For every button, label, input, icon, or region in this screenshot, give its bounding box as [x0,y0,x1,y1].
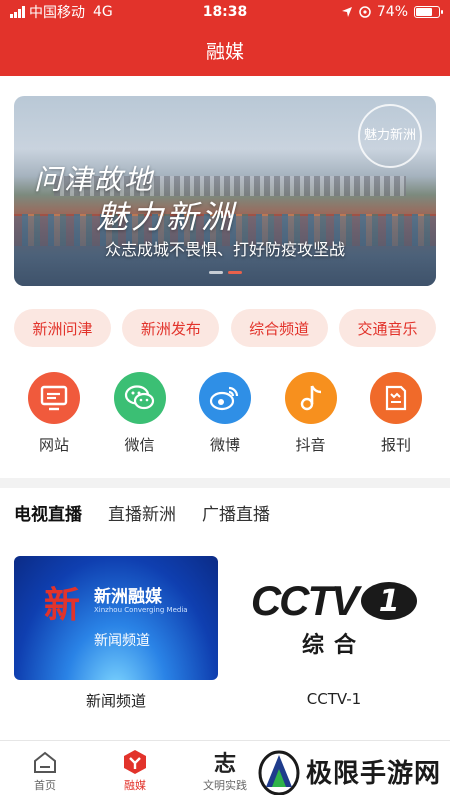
app-label: 微信 [124,436,155,454]
chip-jiaotong-yinyue[interactable]: 交通音乐 [338,309,436,347]
newspaper-icon [370,372,422,424]
status-bar: 中国移动 4G 18:38 74% [0,0,450,24]
cctv-logo-number: 1 [361,582,418,620]
network-label: 4G [93,4,113,20]
tabbar-label: 首页 [34,778,56,792]
battery-percent: 74% [376,4,408,20]
carrier-label: 中国移动 [29,5,85,21]
tabbar-civilization[interactable]: 志 文明实践 [180,741,270,800]
chip-xinzhou-wenjin[interactable]: 新洲问津 [14,309,111,347]
location-arrow-icon [341,7,352,17]
banner-title-line2: 魅力新洲 [96,198,237,236]
tv-card-label: 新闻频道 [85,692,146,710]
tv-card-cctv1[interactable]: CCTV 1 综合 CCTV-1 [232,556,436,711]
app-wechat[interactable]: 微信 [100,372,180,455]
signal-icon [10,6,25,18]
tabbar-label: 文明实践 [203,778,247,792]
thumb-brand: 新洲融媒 [94,587,162,607]
banner-caption: 众志成城不畏惧、打好防疫攻坚战 [104,240,345,259]
app-weibo[interactable]: 微博 [185,372,265,455]
app-label: 微博 [209,436,240,454]
battery-icon [414,6,443,18]
channel-chips: 新洲问津 新洲发布 综合频道 交通音乐 [14,309,436,347]
page-title: 融媒 [205,40,244,63]
status-time: 18:38 [202,4,248,20]
cctv-channel-name: 综合 [301,633,366,658]
live-tabs: 电视直播 直播新洲 广播直播 [14,500,270,525]
banner-seal: 魅力新洲 [358,104,422,168]
thumb-channel: 新闻频道 [94,633,150,649]
xinzhou-media-logo-icon: 新 [44,584,81,626]
tabbar-label: 融媒 [124,778,146,792]
wechat-icon [113,372,166,424]
chip-xinzhou-fabu[interactable]: 新洲发布 [122,309,220,347]
tv-card-news[interactable]: 新 新洲融媒 Xinzhou Converging Media 新闻频道 新闻频… [14,556,218,711]
app-douyin[interactable]: 抖音 [271,372,351,455]
tab-live-xinzhou[interactable]: 直播新洲 [108,500,176,525]
app-shortcuts: 网站 微信 微博 抖音 报刊 [14,372,436,455]
tabbar-media[interactable]: 融媒 [90,741,180,800]
watermark-text: 极限手游网 [306,758,442,789]
section-divider [0,478,450,488]
app-label: 抖音 [295,436,326,454]
chip-zonghe-pindao[interactable]: 综合频道 [230,309,328,347]
tab-radio-live[interactable]: 广播直播 [202,500,270,525]
home-icon [31,749,59,775]
weibo-icon [199,372,251,424]
app-website[interactable]: 网站 [14,372,94,455]
watermark: 极限手游网 [258,744,448,798]
app-label: 网站 [38,436,69,454]
alarm-icon [359,6,371,18]
music-note-icon [284,372,337,424]
tv-channel-grid: 新 新洲融媒 Xinzhou Converging Media 新闻频道 新闻频… [14,556,436,711]
carousel-dots [14,271,436,274]
monitor-icon [28,372,80,424]
mountain-logo-icon [258,750,300,795]
news-channel-thumbnail[interactable]: 新 新洲融媒 Xinzhou Converging Media 新闻频道 [14,556,218,680]
cctv-logo-icon: CCTV 1 [250,577,418,625]
app-newspaper[interactable]: 报刊 [356,372,436,455]
calligraphy-icon: 志 [213,750,236,777]
cctv1-thumbnail[interactable]: CCTV 1 综合 [232,556,436,680]
thumb-brand-sub: Xinzhou Converging Media [94,606,188,614]
carousel-dot-active[interactable] [227,271,242,274]
nav-bar: 融媒 [0,24,450,76]
tab-tv-live[interactable]: 电视直播 [14,500,82,525]
tabbar-home[interactable]: 首页 [0,741,90,800]
app-label: 报刊 [380,436,411,454]
carousel-dot[interactable] [208,271,223,274]
hexagon-y-icon [121,749,149,775]
banner-carousel[interactable]: 问津故地 魅力新洲 魅力新洲 众志成城不畏惧、打好防疫攻坚战 [14,96,436,286]
cctv-logo-text: CCTV [250,577,359,624]
tv-card-label: CCTV-1 [306,690,362,708]
